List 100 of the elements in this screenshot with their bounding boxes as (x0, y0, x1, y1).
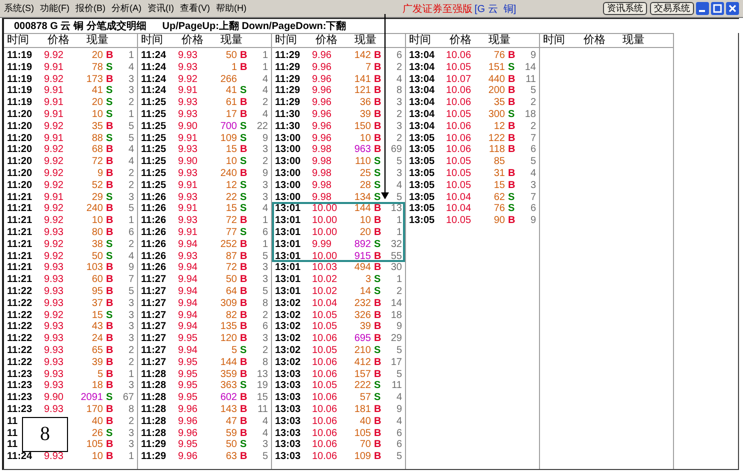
time-cell-text: 11:25 (140, 108, 168, 121)
volume-cell-text: 39 (358, 108, 372, 121)
price-cell-text: 9.91 (43, 192, 64, 204)
volume-cell-text: 7 (364, 62, 372, 74)
count-cell-text: 5 (395, 156, 402, 168)
price-cell-text: 9.92 (43, 250, 64, 262)
time-cell-text: 11:23 (6, 392, 34, 404)
price-cell-text: 9.93 (177, 192, 198, 204)
count-cell-text: 11 (524, 74, 536, 86)
time-cell-text: 11:30 (274, 108, 302, 121)
side-cell-text: S (106, 250, 114, 262)
menu-item[interactable]: 分析(A) (112, 2, 142, 15)
menu-item[interactable]: 系统(S) (4, 2, 34, 15)
volume-cell-text: 309 (219, 298, 238, 310)
count-cell-text: 5 (395, 192, 402, 204)
price-cell-text: 9.94 (177, 298, 198, 310)
volume-cell-text: 17 (224, 108, 238, 121)
count-cell: 14 (524, 62, 536, 74)
count-cell: 69 (390, 144, 402, 156)
price-cell-text: 9.94 (177, 321, 198, 334)
volume-cell-text: 72 (224, 262, 238, 274)
count-cell-text: 4 (395, 180, 402, 192)
time-cell-text: 13:03 (274, 416, 302, 428)
time-cell-text: 13:03 (274, 380, 302, 392)
menu-item[interactable]: 资讯(I) (148, 2, 174, 15)
time-cell-text: 11:26 (140, 238, 168, 251)
count-cell: 18 (390, 310, 402, 322)
volume-cell-text: 181 (353, 404, 372, 416)
menu-item[interactable]: 报价(B) (76, 2, 106, 15)
side-cell-text: B (240, 274, 248, 286)
time-cell-text: 11:25 (140, 144, 168, 156)
price-cell-text: 9.94 (177, 310, 198, 322)
price-cell-text: 9.92 (43, 238, 64, 251)
count-cell-text: 9 (529, 50, 536, 62)
time-cell-text: 13:05 (408, 156, 436, 168)
volume-cell-text: 252 (219, 238, 238, 251)
side-cell-text: B (374, 226, 382, 239)
side-cell-text: B (374, 132, 382, 144)
price-cell-text: 10.00 (311, 203, 338, 216)
system-button[interactable]: 资讯系统 (603, 2, 647, 15)
price-cell-text: 9.98 (311, 192, 332, 204)
time-cell-text: 11:19 (6, 62, 34, 74)
time-cell-text: 11:21 (6, 250, 34, 262)
time-cell-text: 11:20 (6, 156, 34, 168)
volume-cell-text: 65 (90, 344, 104, 357)
count-cell-text: 2 (395, 108, 402, 121)
time-cell-text: 13:04 (408, 97, 436, 109)
time-cell-text: 13:03 (274, 451, 302, 463)
side-cell-text: B (240, 356, 248, 369)
count-cell: 13 (256, 368, 268, 380)
side-cell-text: B (374, 74, 382, 86)
volume-cell-text: 87 (224, 250, 238, 262)
count-cell-text: 3 (127, 380, 134, 392)
time-cell-text: 11:23 (6, 380, 34, 392)
count-cell: 55 (390, 250, 402, 262)
price-cell-text: 9.91 (177, 203, 198, 216)
count-cell-text: 5 (395, 451, 402, 463)
side-cell-text: S (106, 238, 114, 251)
time-cell-text: 13:04 (408, 85, 436, 98)
system-button[interactable]: 交易系统 (650, 2, 694, 15)
count-cell-text: 2 (261, 344, 268, 357)
side-cell-text: B (106, 380, 114, 392)
side-cell-text: S (240, 120, 248, 133)
volume-cell-text: 40 (358, 416, 372, 428)
menu-item[interactable]: 帮助(H) (216, 2, 246, 15)
count-cell-text: 3 (261, 274, 268, 286)
count-cell-text: 3 (261, 333, 268, 345)
price-cell-text: 10.06 (311, 439, 338, 452)
volume-cell-text: 68 (90, 144, 104, 156)
count-cell-text: 3 (529, 180, 536, 192)
time-cell-text: 11 (6, 428, 19, 440)
volume-cell-text: 76 (492, 50, 506, 62)
volume-cell-text: 41 (224, 85, 238, 98)
side-cell-text: S (240, 156, 248, 168)
price-cell-text: 9.90 (177, 156, 198, 168)
count-cell-text: 4 (395, 74, 402, 86)
price-cell-text: 10.06 (445, 50, 472, 62)
side-cell-text: B (374, 262, 382, 274)
menu-item[interactable]: 查看(V) (180, 2, 210, 15)
count-cell-text: 1 (261, 238, 268, 251)
volume-cell-text: 59 (224, 428, 238, 440)
time-cell-text: 13:01 (274, 262, 302, 274)
count-cell-text: 1 (395, 274, 402, 286)
time-cell-text: 11:19 (6, 97, 34, 109)
volume-cell-text: 50 (90, 250, 104, 262)
price-cell-text: 9.93 (43, 344, 64, 357)
price-cell-text: 10.00 (311, 250, 338, 262)
volume-cell-text: 12 (224, 180, 238, 192)
menu-item[interactable]: 功能(F) (40, 2, 70, 15)
side-cell-text: B (106, 286, 114, 298)
price-cell-text: 9.93 (43, 451, 64, 463)
price-cell-text: 9.92 (43, 203, 64, 216)
volume-cell-text: 122 (487, 132, 506, 144)
volume-cell-text: 47 (224, 416, 238, 428)
time-cell-text: 11:28 (140, 416, 168, 428)
time-cell-text: 11:28 (140, 404, 168, 416)
price-cell-text: 10.04 (445, 203, 472, 216)
time-cell-text: 11:21 (6, 226, 34, 239)
time-cell-text: 11:24 (140, 85, 168, 98)
count-cell-text: 2 (261, 156, 268, 168)
